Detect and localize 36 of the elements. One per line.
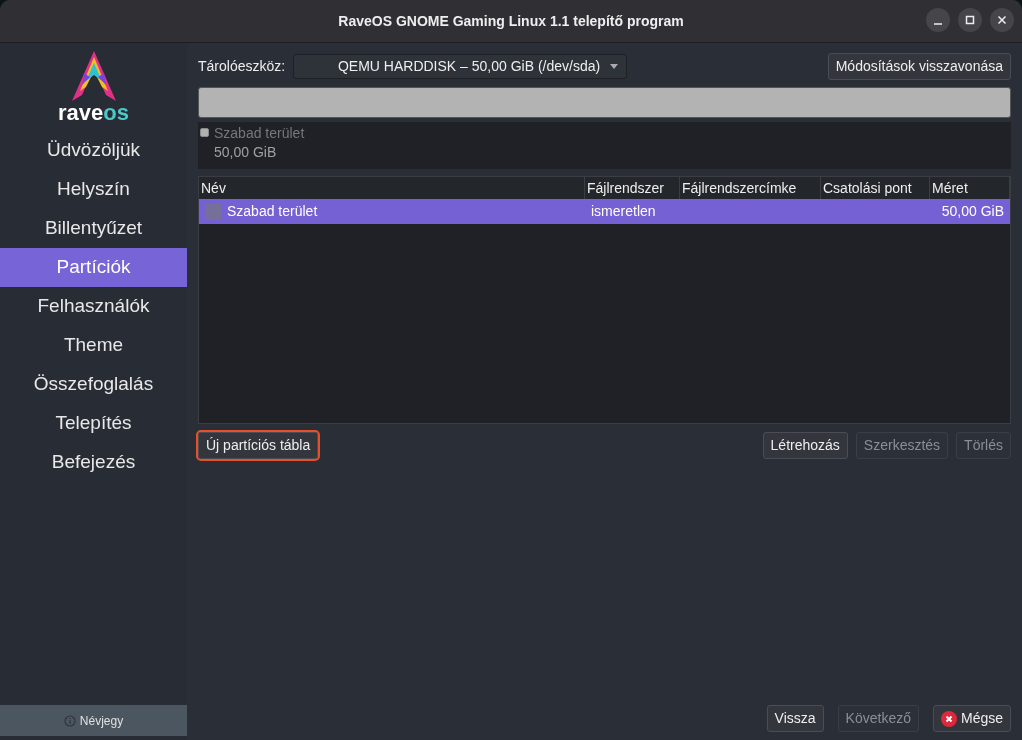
logo-icon [71, 51, 116, 101]
sidebar-item[interactable]: Helyszín [0, 170, 187, 209]
table-cell-text: ismeretlen [591, 202, 656, 221]
sidebar-item[interactable]: Partíciók [0, 248, 187, 287]
table-cell-text: 50,00 GiB [941, 202, 1004, 221]
close-button[interactable] [990, 8, 1014, 32]
window-title: RaveOS GNOME Gaming Linux 1.1 telepítő program [338, 11, 684, 31]
info-icon [63, 714, 76, 727]
close-icon [997, 15, 1007, 25]
table-row[interactable]: Szabad terület ismeretlen 50,00 GiB [199, 199, 1010, 224]
new-partition-table-button[interactable]: Új partíciós tábla [198, 432, 319, 459]
sidebar-item[interactable]: Felhasználók [0, 287, 187, 326]
caret-icon [610, 63, 619, 69]
sidebar-item[interactable]: Befejezés [0, 443, 187, 482]
minimize-button[interactable] [926, 8, 950, 32]
sidebar-item[interactable]: Telepítés [0, 404, 187, 443]
about-button[interactable]: Névjegy [0, 705, 187, 736]
legend-size: 50,00 GiB [214, 143, 278, 162]
sidebar-item[interactable]: Theme [0, 326, 187, 365]
back-button[interactable]: Vissza [766, 705, 824, 732]
maximize-icon [965, 15, 975, 25]
create-button[interactable]: Létrehozás [762, 432, 848, 459]
cancel-button[interactable]: Mégse [932, 705, 1011, 732]
partition-swatch [205, 203, 221, 220]
sidebar-item[interactable]: Üdvözöljük [0, 131, 187, 170]
revert-button[interactable]: Módosítások visszavonása [827, 52, 1011, 80]
minimize-icon [933, 23, 943, 25]
sidebar-item[interactable]: Összefoglalás [0, 365, 187, 404]
maximize-button[interactable] [958, 8, 982, 32]
sidebar-item[interactable]: Billentyűzet [0, 209, 187, 248]
device-label: Tárolóeszköz: [198, 56, 286, 76]
legend-label: Szabad terület [214, 124, 305, 142]
close-icon [940, 710, 957, 727]
table-cell-text: Szabad terület [227, 202, 318, 221]
device-dropdown[interactable]: QEMU HARDDISK – 50,00 GiB (/dev/sda) [293, 53, 628, 79]
logo-text: raveos [58, 101, 129, 125]
